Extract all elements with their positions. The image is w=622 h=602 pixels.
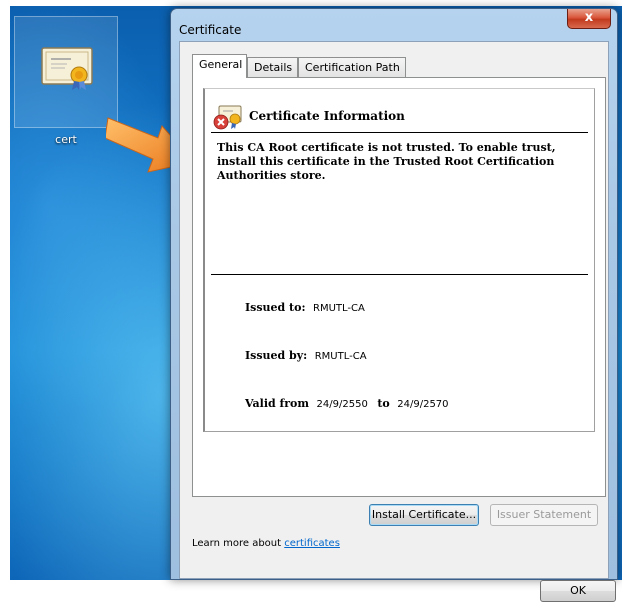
- untrusted-certificate-icon: [213, 105, 243, 135]
- tab-details[interactable]: Details: [247, 57, 298, 77]
- issued-by-row: Issued by: RMUTL-CA: [245, 349, 367, 362]
- learn-more-text: Learn more about certificates: [192, 538, 340, 549]
- learn-more-prefix: Learn more about: [192, 538, 285, 549]
- valid-to-label: to: [377, 397, 390, 410]
- divider: [211, 274, 588, 275]
- divider: [211, 132, 588, 133]
- dialog-body: General Details Certification Path Certi…: [179, 41, 616, 602]
- valid-from-value: 24/9/2550: [316, 399, 368, 410]
- window-title: Certificate: [179, 23, 242, 37]
- install-certificate-button[interactable]: Install Certificate...: [369, 504, 479, 526]
- certificate-info-box: Certificate Information This CA Root cer…: [203, 88, 595, 432]
- info-title: Certificate Information: [249, 109, 405, 123]
- title-bar[interactable]: Certificate x: [171, 9, 617, 41]
- valid-to-value: 24/9/2570: [397, 399, 449, 410]
- close-button[interactable]: x: [567, 9, 611, 29]
- certificate-file-icon: [41, 47, 93, 95]
- issued-to-row: Issued to: RMUTL-CA: [245, 301, 365, 314]
- issued-to-label: Issued to:: [245, 301, 306, 314]
- issued-by-label: Issued by:: [245, 349, 308, 362]
- certificate-window: Certificate x General Details Certificat…: [170, 8, 618, 602]
- desktop-icon-label: cert: [55, 133, 77, 146]
- desktop-icon-cert[interactable]: cert: [14, 16, 118, 146]
- issued-by-value: RMUTL-CA: [314, 351, 367, 362]
- valid-from-label: Valid from: [245, 397, 310, 410]
- general-tab-panel: Certificate Information This CA Root cer…: [192, 77, 606, 526]
- tab-certification-path[interactable]: Certification Path: [298, 57, 406, 77]
- issuer-statement-button[interactable]: Issuer Statement: [490, 504, 598, 526]
- trust-warning-text: This CA Root certificate is not trusted.…: [217, 141, 556, 182]
- ok-button[interactable]: OK: [540, 580, 616, 602]
- issued-to-value: RMUTL-CA: [313, 303, 365, 314]
- certificates-link[interactable]: certificates: [284, 538, 340, 549]
- tab-general[interactable]: General: [192, 54, 247, 78]
- validity-row: Valid from 24/9/2550 to 24/9/2570: [245, 397, 449, 410]
